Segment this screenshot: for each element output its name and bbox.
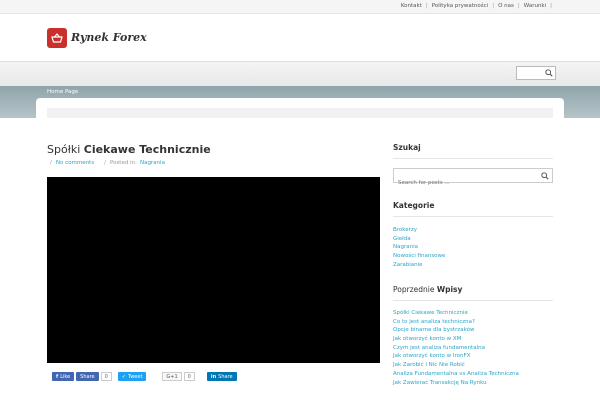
gplus-count: 0 xyxy=(183,372,195,381)
category-item[interactable]: Nagrania xyxy=(393,243,445,252)
recent-post-item[interactable]: Jak otworzyć konto w XM xyxy=(393,335,519,344)
breadcrumb[interactable]: Home Page xyxy=(47,89,78,95)
main-nav-bar xyxy=(0,61,600,86)
top-nav-separator: | xyxy=(425,3,428,9)
top-nav-separator: | xyxy=(492,3,495,9)
page-title: Spółki Ciekawe Technicznie xyxy=(47,143,211,156)
divider xyxy=(393,158,553,159)
sidebar-search-field[interactable] xyxy=(393,168,553,190)
recent-post-item[interactable]: Jak otworzyć konto w IronFX xyxy=(393,352,519,361)
meta-separator: / xyxy=(50,160,52,166)
recent-post-item[interactable]: Analiza Fundamentalna vs Analiza Technic… xyxy=(393,370,519,379)
title-light: Spółki xyxy=(47,143,81,156)
tweet-button[interactable]: ✓ Tweet xyxy=(117,372,147,381)
top-nav-separator: | xyxy=(517,3,520,9)
recent-title-light: Poprzednie xyxy=(393,285,435,294)
basket-logo-icon[interactable] xyxy=(47,28,67,48)
search-icon[interactable] xyxy=(545,69,553,77)
facebook-like-button[interactable]: f Like xyxy=(52,372,75,381)
top-nav: Kontakt | Polityka prywatności | O nas |… xyxy=(401,3,556,9)
linkedin-share-button[interactable]: in Share xyxy=(206,372,237,381)
recent-post-item[interactable]: Co to jest analiza techniczna? xyxy=(393,318,519,327)
site-logo-text[interactable]: Rynek Forex xyxy=(71,31,147,44)
share-count: 0 xyxy=(100,372,112,381)
recent-post-item[interactable]: Spółki Ciekawe Technicznie xyxy=(393,309,519,318)
twitter-icon: ✓ xyxy=(121,373,126,380)
top-nav-kontakt[interactable]: Kontakt xyxy=(401,3,422,9)
category-list: Brokerzy Giełda Nagrania Nowości finanso… xyxy=(393,226,445,269)
category-item[interactable]: Giełda xyxy=(393,235,445,244)
gplus-button[interactable]: G+1 xyxy=(162,372,182,381)
breadcrumb-strip xyxy=(47,108,553,118)
sidebar-categories-heading: Kategorie xyxy=(393,201,434,210)
category-item[interactable]: Zarabianie xyxy=(393,261,445,270)
facebook-share-button[interactable]: Share xyxy=(76,372,99,381)
share-bar: f Like Share 0 ✓ Tweet G+1 0 in Share xyxy=(52,372,237,381)
top-nav-separator: | xyxy=(550,3,552,9)
category-item[interactable]: Brokerzy xyxy=(393,226,445,235)
meta-gap xyxy=(94,160,104,166)
linkedin-icon: in xyxy=(210,373,217,380)
title-bold: Ciekawe Technicznie xyxy=(83,143,211,156)
top-nav-o-nas[interactable]: O nas xyxy=(498,3,514,9)
category-link[interactable]: Nagrania xyxy=(140,160,165,166)
sidebar-recent-heading: Poprzednie Wpisy xyxy=(393,285,462,294)
top-nav-polityka[interactable]: Polityka prywatności xyxy=(432,3,488,9)
tweet-label: Tweet xyxy=(127,373,143,380)
post-meta: / No comments / Posted in: Nagrania xyxy=(50,160,165,166)
search-icon[interactable] xyxy=(541,172,549,180)
nav-search-input[interactable] xyxy=(516,66,556,80)
category-item[interactable]: Nowości finansowe xyxy=(393,252,445,261)
sidebar-search-heading: Szukaj xyxy=(393,143,421,152)
top-nav-warunki[interactable]: Warunki xyxy=(524,3,546,9)
facebook-icon: f xyxy=(56,373,59,380)
recent-posts-list: Spółki Ciekawe Technicznie Co to jest an… xyxy=(393,309,519,387)
recent-post-item[interactable]: Jak Zawierać Transakcję Na Rynku xyxy=(393,379,519,388)
posted-in-label: Posted in: xyxy=(109,160,137,166)
divider xyxy=(393,216,553,217)
sidebar-search-title: Szukaj xyxy=(393,143,421,152)
meta-separator: / xyxy=(104,160,106,166)
linkedin-label: Share xyxy=(218,373,233,380)
recent-title-bold: Wpisy xyxy=(436,285,463,294)
recent-post-item[interactable]: Czym jest analiza fundamentalna xyxy=(393,344,519,353)
sidebar-search-input[interactable] xyxy=(394,176,534,190)
comments-link[interactable]: No comments xyxy=(56,160,94,166)
video-player[interactable] xyxy=(47,177,380,363)
recent-post-item[interactable]: Jak Zarobić i Nic Nie Robić xyxy=(393,361,519,370)
divider xyxy=(393,300,553,301)
recent-post-item[interactable]: Opcje binarne dla bystrzaków xyxy=(393,326,519,335)
sidebar-categories-title: Kategorie xyxy=(393,201,435,210)
like-label: Like xyxy=(60,373,71,380)
